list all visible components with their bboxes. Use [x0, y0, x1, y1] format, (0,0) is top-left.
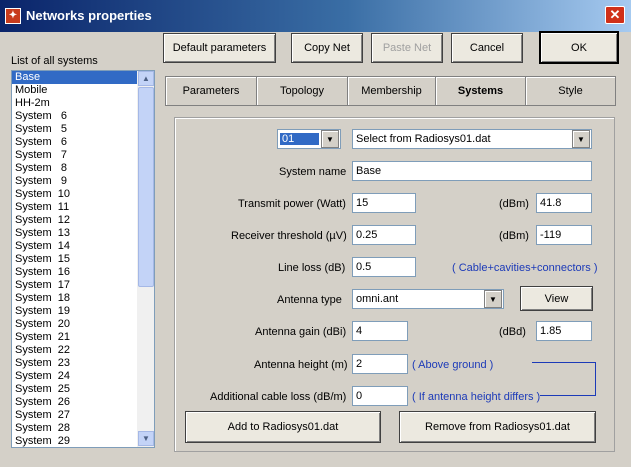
list-item[interactable]: System 6: [12, 136, 154, 149]
system-name-field[interactable]: Base: [352, 161, 592, 181]
add-to-radiosys-button[interactable]: Add to Radiosys01.dat: [185, 411, 381, 443]
chevron-down-icon[interactable]: ▼: [321, 130, 339, 148]
list-item[interactable]: System 23: [12, 357, 154, 370]
app-icon: ✦: [5, 8, 21, 24]
list-item[interactable]: System 14: [12, 240, 154, 253]
tab-membership[interactable]: Membership: [347, 76, 436, 106]
antenna-type-select[interactable]: omni.ant ▼: [352, 289, 504, 309]
list-item[interactable]: System 20: [12, 318, 154, 331]
antenna-gain-unit: (dBd): [499, 326, 526, 338]
chevron-down-icon[interactable]: ▼: [484, 290, 502, 308]
list-item[interactable]: System 22: [12, 344, 154, 357]
default-parameters-button[interactable]: Default parameters: [163, 33, 276, 63]
list-item[interactable]: System 27: [12, 409, 154, 422]
copy-net-button[interactable]: Copy Net: [291, 33, 363, 63]
list-item[interactable]: Mobile: [12, 84, 154, 97]
list-item[interactable]: System 8: [12, 162, 154, 175]
list-item[interactable]: System 13: [12, 227, 154, 240]
list-item[interactable]: HH-2m: [12, 97, 154, 110]
list-item[interactable]: System 7: [12, 149, 154, 162]
radiosys-select[interactable]: Select from Radiosys01.dat ▼: [352, 129, 592, 149]
cancel-button[interactable]: Cancel: [451, 33, 523, 63]
list-item[interactable]: System 15: [12, 253, 154, 266]
list-item[interactable]: System 5: [12, 123, 154, 136]
radiosys-select-value: Select from Radiosys01.dat: [356, 133, 491, 145]
list-item[interactable]: System 6: [12, 110, 154, 123]
transmit-power-dbm-field[interactable]: 41.8: [536, 193, 592, 213]
receiver-threshold-label: Receiver threshold (µV): [231, 230, 347, 242]
additional-cable-loss-field[interactable]: 0: [352, 386, 408, 406]
line-loss-note: ( Cable+cavities+connectors ): [452, 262, 598, 274]
list-item[interactable]: System 24: [12, 370, 154, 383]
antenna-type-value: omni.ant: [356, 293, 399, 305]
list-item[interactable]: System 26: [12, 396, 154, 409]
list-item[interactable]: System 11: [12, 201, 154, 214]
list-item[interactable]: System 21: [12, 331, 154, 344]
line-loss-field[interactable]: 0.5: [352, 257, 416, 277]
scroll-thumb[interactable]: [138, 87, 154, 287]
list-item[interactable]: System 19: [12, 305, 154, 318]
scroll-up-icon[interactable]: ▲: [138, 71, 154, 86]
list-item[interactable]: System 12: [12, 214, 154, 227]
systems-list-label: List of all systems: [11, 55, 98, 67]
systems-list[interactable]: Base Mobile HH-2m System 6 System 5 Syst…: [11, 70, 155, 448]
list-item[interactable]: System 28: [12, 422, 154, 435]
window-title: Networks properties: [26, 8, 152, 23]
system-number-select[interactable]: 01 ▼: [277, 129, 341, 149]
receiver-threshold-field[interactable]: 0.25: [352, 225, 416, 245]
additional-cable-loss-note: ( If antenna height differs ): [412, 391, 541, 403]
list-item[interactable]: System 10: [12, 188, 154, 201]
bracket-line-bottom: [540, 395, 596, 396]
tab-parameters[interactable]: Parameters: [165, 76, 257, 106]
transmit-power-field[interactable]: 15: [352, 193, 416, 213]
paste-net-button[interactable]: Paste Net: [371, 33, 443, 63]
antenna-height-label: Antenna height (m): [254, 359, 348, 371]
ok-button[interactable]: OK: [539, 31, 619, 64]
remove-from-radiosys-button[interactable]: Remove from Radiosys01.dat: [399, 411, 596, 443]
view-button[interactable]: View: [520, 286, 593, 311]
list-item[interactable]: System 9: [12, 175, 154, 188]
antenna-height-note: ( Above ground ): [412, 359, 494, 371]
tab-topology[interactable]: Topology: [256, 76, 348, 106]
transmit-power-label: Transmit power (Watt): [238, 198, 346, 210]
antenna-height-field[interactable]: 2: [352, 354, 408, 374]
antenna-type-label: Antenna type: [277, 294, 342, 306]
line-loss-label: Line loss (dB): [278, 262, 346, 274]
scroll-down-icon[interactable]: ▼: [138, 431, 154, 446]
close-button[interactable]: ✕: [605, 6, 625, 24]
chevron-down-icon[interactable]: ▼: [572, 130, 590, 148]
system-name-label: System name: [279, 166, 347, 178]
list-item[interactable]: System 25: [12, 383, 154, 396]
list-item[interactable]: System 18: [12, 292, 154, 305]
tab-style[interactable]: Style: [525, 76, 616, 106]
list-item[interactable]: System 17: [12, 279, 154, 292]
bracket-line-top: [532, 362, 596, 363]
receiver-threshold-dbm-field[interactable]: -119: [536, 225, 592, 245]
list-item[interactable]: Base: [12, 71, 154, 84]
antenna-gain-label: Antenna gain (dBi): [255, 326, 347, 338]
antenna-gain-field[interactable]: 4: [352, 321, 408, 341]
list-item[interactable]: System 29: [12, 435, 154, 447]
list-item[interactable]: System 16: [12, 266, 154, 279]
transmit-power-unit: (dBm): [499, 198, 529, 210]
tab-systems[interactable]: Systems: [435, 76, 526, 106]
receiver-threshold-unit: (dBm): [499, 230, 529, 242]
antenna-gain-dbd-field[interactable]: 1.85: [536, 321, 592, 341]
system-number-value: 01: [280, 133, 319, 145]
additional-cable-loss-label: Additional cable loss (dB/m): [210, 391, 347, 403]
bracket-line-right: [595, 362, 596, 396]
